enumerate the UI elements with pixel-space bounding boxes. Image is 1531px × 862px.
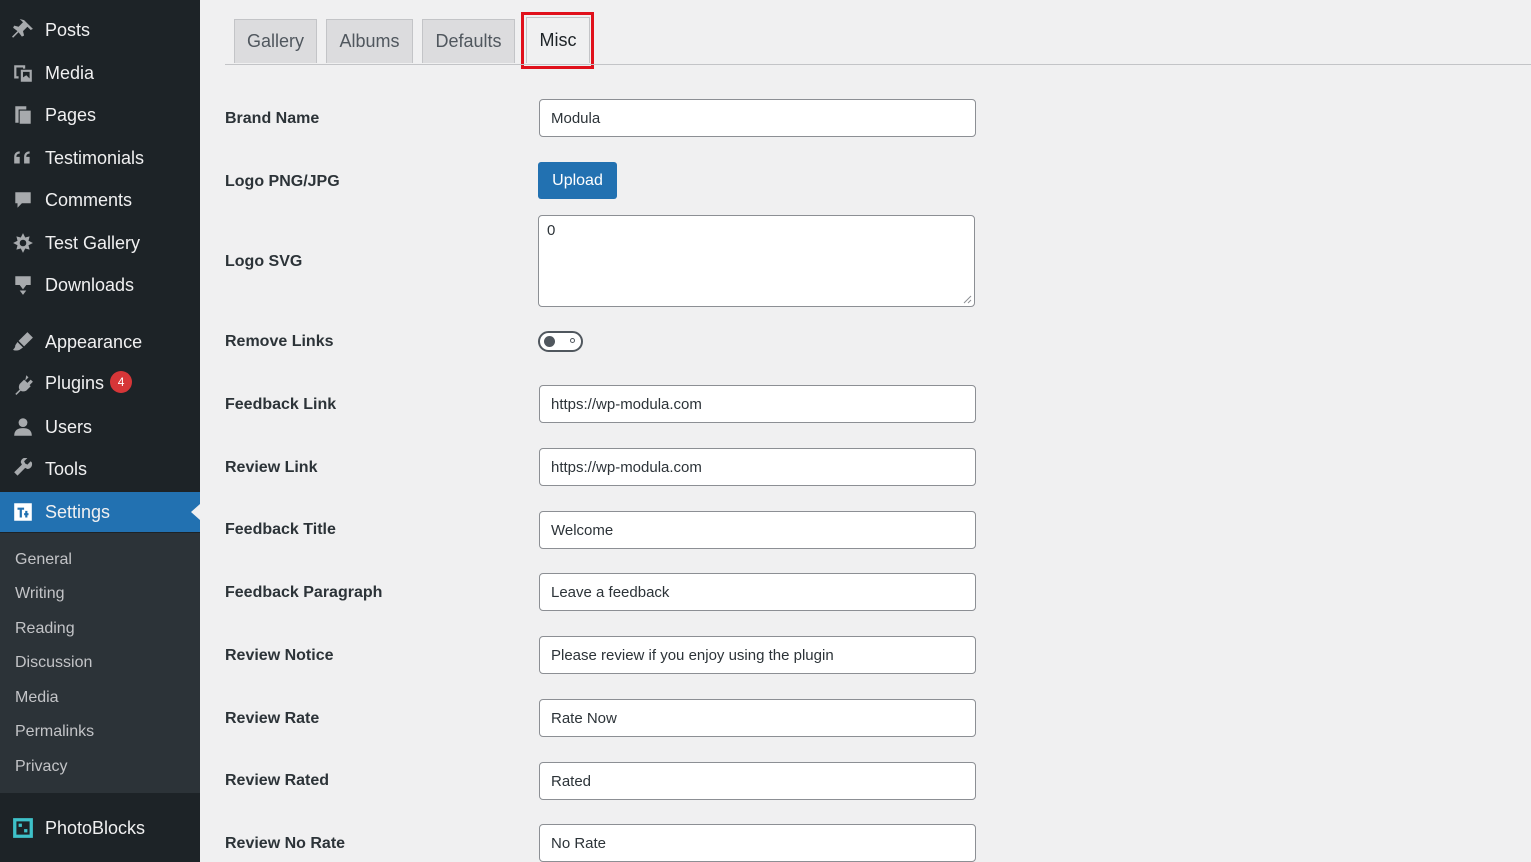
resize-handle-icon[interactable] [962, 294, 972, 304]
pin-icon [11, 18, 35, 42]
sidebar-item-test-gallery[interactable]: Test Gallery [0, 223, 200, 263]
brand-name-input[interactable]: Modula [539, 99, 976, 137]
review-notice-label: Review Notice [225, 647, 334, 664]
sidebar-item-label: Tools [45, 458, 88, 479]
tab-defaults[interactable]: Defaults [422, 19, 515, 63]
logo-svg-label: Logo SVG [225, 253, 303, 270]
submenu-item-media[interactable]: Media [15, 689, 59, 707]
download-icon [11, 273, 35, 297]
sidebar-item-label: Plugins 4 [45, 371, 133, 395]
sidebar-item-downloads[interactable]: Downloads [0, 265, 200, 305]
submenu-item-reading[interactable]: Reading [15, 620, 75, 638]
review-no-rate-label: Review No Rate [225, 835, 346, 852]
logo-png-label: Logo PNG/JPG [225, 173, 340, 190]
sidebar-item-settings[interactable]: Settings [0, 492, 200, 532]
review-link-input[interactable]: https://wp-modula.com [539, 448, 976, 486]
sidebar-item-label: Test Gallery [45, 232, 141, 253]
sidebar-item-comments[interactable]: Comments [0, 180, 200, 220]
toggle-knob [544, 336, 555, 347]
submenu-item-writing[interactable]: Writing [15, 585, 65, 603]
sidebar-item-label: Testimonials [45, 147, 145, 168]
gallery-icon [11, 231, 35, 255]
submenu-item-permalinks[interactable]: Permalinks [15, 723, 94, 741]
sidebar-item-label: Posts [45, 19, 91, 40]
sidebar-item-users[interactable]: Users [0, 407, 200, 447]
feedback-link-input[interactable]: https://wp-modula.com [539, 385, 976, 423]
review-no-rate-input[interactable]: No Rate [539, 824, 976, 862]
feedback-link-label: Feedback Link [225, 396, 337, 413]
sidebar-item-photoblocks[interactable]: PhotoBlocks [0, 808, 200, 848]
sidebar-item-label: Settings [45, 501, 111, 522]
review-link-label: Review Link [225, 459, 318, 476]
remove-links-label: Remove Links [225, 333, 334, 350]
logo-svg-value: 0 [547, 222, 556, 239]
upload-button[interactable]: Upload [538, 162, 617, 199]
sidebar-item-testimonials[interactable]: Testimonials [0, 138, 200, 178]
pages-icon [11, 103, 35, 127]
quote-icon [11, 146, 35, 170]
remove-links-toggle[interactable] [538, 331, 583, 352]
comment-icon [11, 188, 35, 212]
review-rated-input[interactable]: Rated [539, 762, 976, 800]
review-rate-input[interactable]: Rate Now [539, 699, 976, 737]
feedback-paragraph-label: Feedback Paragraph [225, 584, 383, 601]
sidebar-item-posts[interactable]: Posts [0, 10, 200, 50]
sidebar-item-label: Appearance [45, 331, 143, 352]
sidebar-item-pages[interactable]: Pages [0, 95, 200, 135]
photoblocks-icon [11, 816, 35, 840]
review-rate-label: Review Rate [225, 710, 320, 727]
feedback-paragraph-input[interactable]: Leave a feedback [539, 573, 976, 611]
settings-content: Gallery Albums Defaults Misc Brand Name … [200, 0, 1531, 862]
settings-submenu: General Writing Reading Discussion Media… [0, 533, 200, 793]
feedback-title-input[interactable]: Welcome [539, 511, 976, 549]
sidebar-item-appearance[interactable]: Appearance [0, 322, 200, 362]
sidebar-item-label: PhotoBlocks [45, 817, 146, 838]
plugin-icon [11, 372, 35, 396]
user-icon [11, 415, 35, 439]
submenu-item-general[interactable]: General [15, 551, 72, 569]
submenu-item-discussion[interactable]: Discussion [15, 654, 92, 672]
brush-icon [11, 330, 35, 354]
sidebar-item-label: Users [45, 416, 93, 437]
tab-highlight-box [521, 12, 594, 69]
sidebar-item-label: Media [45, 62, 95, 83]
tabs-divider [225, 64, 1531, 65]
sidebar-item-media[interactable]: Media [0, 53, 200, 93]
settings-icon [11, 500, 35, 524]
toggle-off-indicator-icon [570, 338, 575, 343]
brand-name-label: Brand Name [225, 110, 320, 127]
submenu-item-privacy[interactable]: Privacy [15, 758, 67, 776]
feedback-title-label: Feedback Title [225, 521, 336, 538]
media-icon [11, 61, 35, 85]
tab-gallery[interactable]: Gallery [234, 19, 317, 63]
update-count-badge: 4 [110, 371, 133, 394]
sidebar-item-label: Pages [45, 104, 97, 125]
wrench-icon [11, 457, 35, 481]
sidebar-item-label: Comments [45, 189, 133, 210]
review-rated-label: Review Rated [225, 772, 330, 789]
sidebar-item-plugins[interactable]: Plugins 4 [0, 364, 200, 404]
sidebar-item-label: Downloads [45, 274, 135, 295]
admin-sidebar: Posts Media Pages Testimonials Comments … [0, 0, 200, 862]
logo-svg-textarea[interactable]: 0 [538, 215, 975, 307]
review-notice-input[interactable]: Please review if you enjoy using the plu… [539, 636, 976, 674]
sidebar-item-tools[interactable]: Tools [0, 449, 200, 489]
tab-albums[interactable]: Albums [326, 19, 413, 63]
